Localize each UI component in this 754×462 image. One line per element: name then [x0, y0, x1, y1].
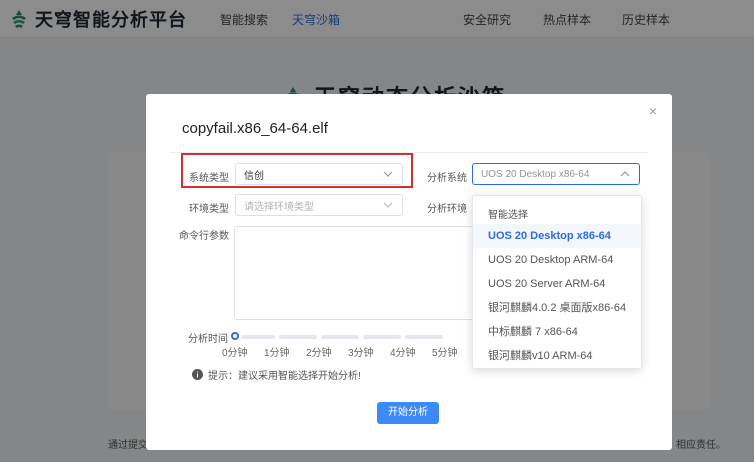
chevron-down-icon [383, 202, 393, 208]
hint-text: 提示：建议采用智能选择开始分析! [208, 371, 361, 382]
hint-message: 提示：建议采用智能选择开始分析! [192, 367, 361, 382]
system-type-select[interactable]: 信创 [235, 163, 403, 185]
slider-segment[interactable] [241, 335, 275, 339]
slider-tick: 4分钟 [390, 348, 416, 359]
env-type-placeholder: 请选择环境类型 [244, 201, 314, 213]
dropdown-option[interactable]: 银河麒麟4.0.2 桌面版x86-64 [473, 296, 641, 320]
env-type-select[interactable]: 请选择环境类型 [235, 194, 403, 216]
dropdown-option[interactable]: UOS 20 Desktop ARM-64 [473, 248, 641, 272]
start-analysis-button[interactable]: 开始分析 [377, 402, 439, 424]
modal-title: copyfail.x86_64-64.elf [182, 120, 328, 137]
slider-tick: 2分钟 [306, 348, 332, 359]
slider-tick: 5分钟 [432, 348, 458, 359]
slider-segment[interactable] [279, 335, 317, 339]
cmd-params-label: 命令行参数 [179, 231, 229, 242]
dropdown-group-label[interactable]: 智能选择 [488, 206, 528, 221]
dropdown-option[interactable]: UOS 20 Server ARM-64 [473, 272, 641, 296]
cmd-params-textarea[interactable] [234, 226, 474, 320]
slider-segment[interactable] [321, 335, 359, 339]
analysis-system-dropdown: 智能选择 UOS 20 Desktop x86-64 UOS 20 Deskto… [472, 195, 642, 369]
env-type-label: 环境类型 [189, 204, 229, 215]
slider-segment[interactable] [363, 335, 401, 339]
analysis-time-label: 分析时间 [188, 334, 228, 345]
chevron-down-icon [383, 171, 393, 177]
slider-tick: 3分钟 [348, 348, 374, 359]
info-icon [192, 369, 203, 380]
analysis-system-value: UOS 20 Desktop x86-64 [481, 168, 590, 180]
dropdown-option[interactable]: 中标麒麟 7 x86-64 [473, 320, 641, 344]
slider-tick: 0分钟 [222, 348, 248, 359]
chevron-up-icon [620, 171, 630, 177]
analysis-env-label: 分析环境 [427, 204, 467, 215]
system-type-label: 系统类型 [189, 173, 229, 184]
slider-handle[interactable] [231, 332, 239, 340]
close-icon[interactable]: × [646, 104, 660, 118]
analysis-system-select[interactable]: UOS 20 Desktop x86-64 [472, 163, 640, 185]
dropdown-option[interactable]: UOS 20 Desktop x86-64 [473, 224, 641, 248]
slider-segment[interactable] [405, 335, 443, 339]
analysis-system-label: 分析系统 [427, 173, 467, 184]
system-type-value: 信创 [244, 170, 264, 182]
dropdown-option[interactable]: 银河麒麟v10 ARM-64 [473, 344, 641, 368]
slider-tick: 1分钟 [264, 348, 290, 359]
